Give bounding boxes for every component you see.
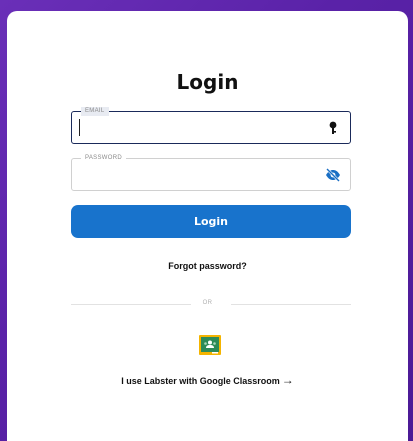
or-divider-text: OR [202,300,213,306]
arrow-right-icon: → [281,373,294,387]
password-field-label: PASSWORD [81,154,126,163]
email-field[interactable]: EMAIL [71,107,351,144]
text-caret [79,119,80,136]
divider-right [231,304,351,305]
eye-slash-icon[interactable] [325,167,341,183]
google-classroom-link[interactable]: I use Labster with Google Classroom → [7,373,408,387]
login-button[interactable]: Login [71,205,351,238]
key-icon [325,120,341,136]
page-title: Login [176,70,239,94]
google-classroom-icon[interactable] [199,335,221,355]
google-classroom-label: I use Labster with Google Classroom [121,376,280,386]
login-card: Login EMAIL PASSWORD Login Forgot passwo… [7,11,408,441]
email-field-label: EMAIL [81,107,109,116]
forgot-password-link[interactable]: Forgot password? [7,261,408,271]
password-field[interactable]: PASSWORD [71,154,351,191]
